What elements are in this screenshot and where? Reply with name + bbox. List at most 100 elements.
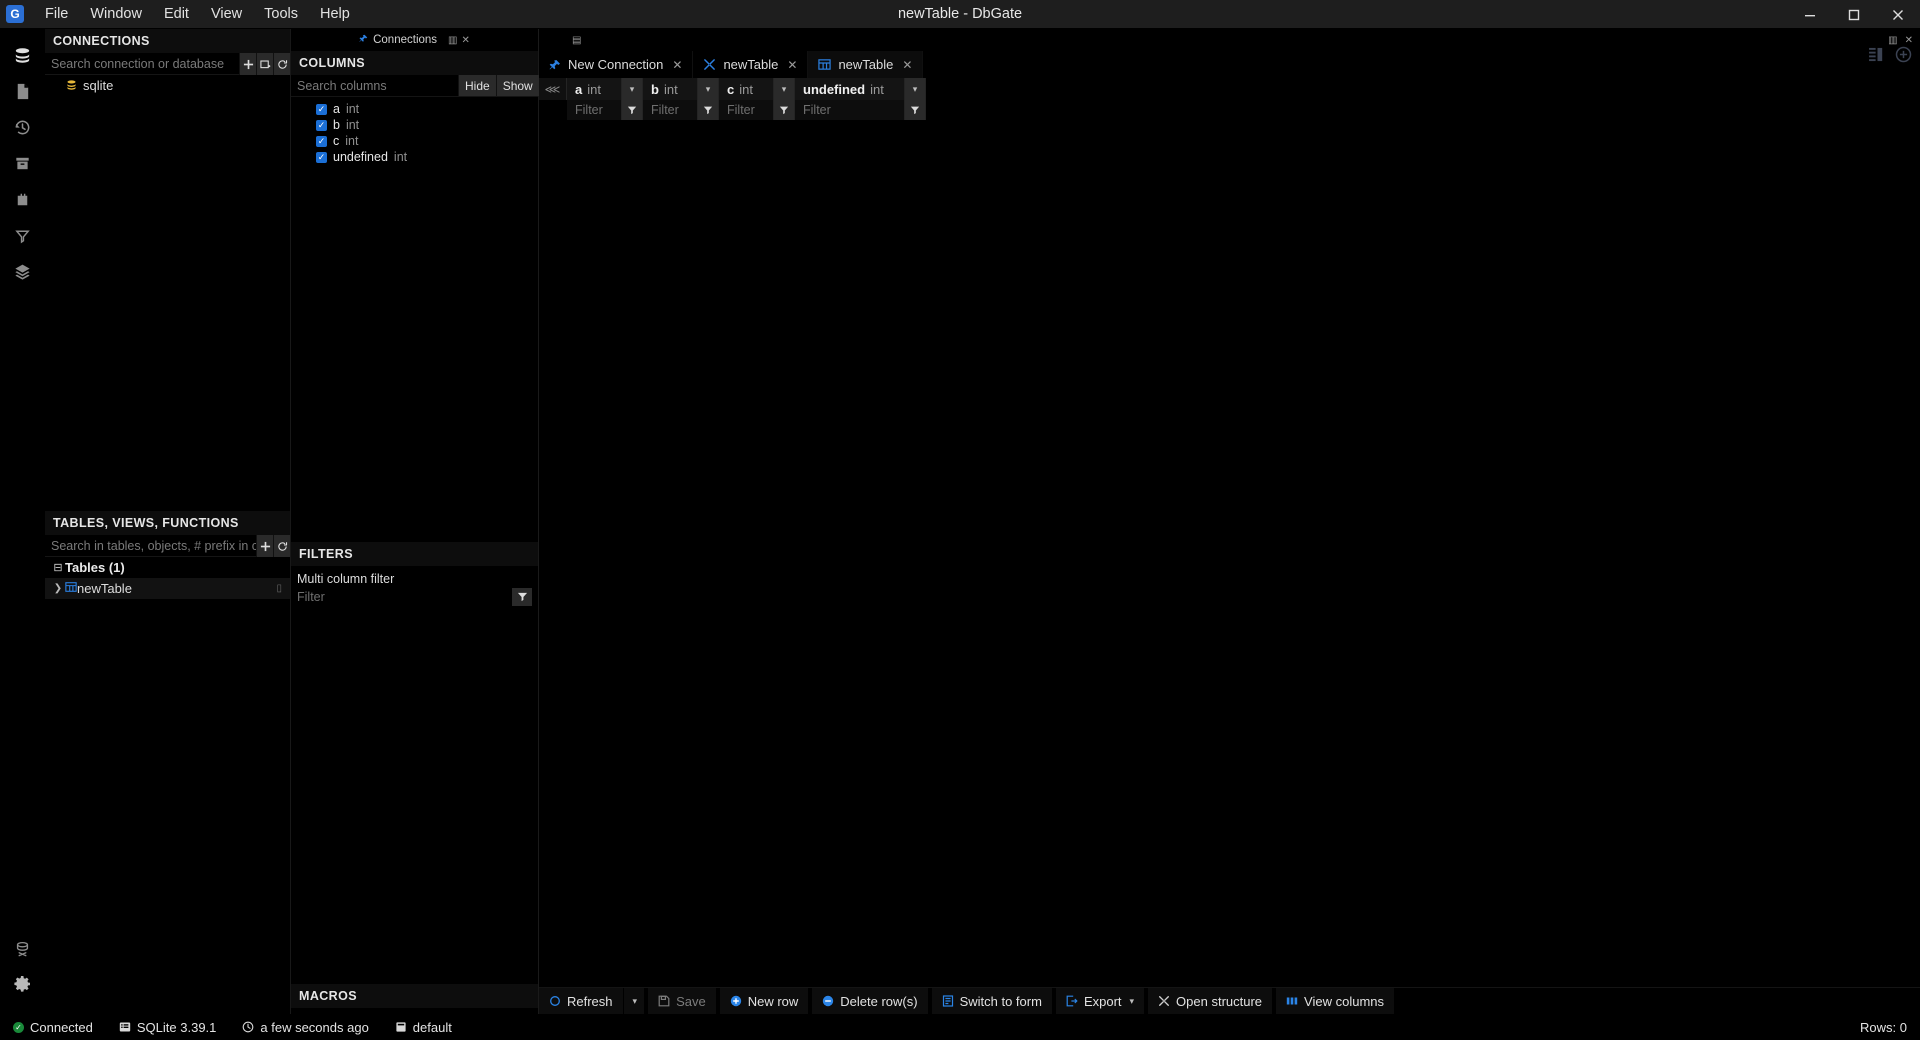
close-icon[interactable]: ✕ — [1905, 35, 1913, 46]
grid-column-name: b — [651, 81, 659, 97]
pin-icon[interactable]: ▯ — [276, 583, 282, 594]
file-icon[interactable] — [0, 73, 45, 109]
settings-icon[interactable] — [0, 966, 45, 1002]
grid-column-header[interactable]: c int — [719, 78, 774, 100]
chevron-down-icon[interactable]: ▾ — [774, 78, 795, 100]
filter-icon[interactable] — [0, 217, 45, 253]
menu-icon[interactable]: ▤ — [572, 35, 581, 46]
close-icon[interactable] — [1876, 0, 1920, 29]
grid-column-header[interactable]: b int — [643, 78, 698, 100]
grid-filter-input[interactable] — [643, 103, 697, 117]
tables-search-input[interactable] — [45, 535, 256, 556]
new-folder-icon[interactable] — [256, 53, 273, 75]
chevron-down-icon[interactable]: ▾ — [905, 78, 926, 100]
history-icon[interactable] — [0, 109, 45, 145]
archive-icon[interactable] — [0, 145, 45, 181]
grid-column-header[interactable]: undefined int — [795, 78, 905, 100]
refresh-connections-icon[interactable] — [273, 53, 290, 75]
close-icon[interactable]: ✕ — [787, 58, 797, 72]
view-columns-button[interactable]: View columns — [1276, 988, 1395, 1014]
menu-bar: File Window Edit View Tools Help — [34, 2, 361, 26]
connection-item-sqlite[interactable]: sqlite — [45, 75, 290, 96]
grid-column-header[interactable]: a int — [567, 78, 622, 100]
filter-icon[interactable] — [512, 587, 532, 606]
add-table-icon[interactable] — [256, 535, 273, 557]
database-icon[interactable] — [0, 37, 45, 73]
tab-new-connection[interactable]: New Connection ✕ — [539, 51, 694, 78]
checkbox-icon[interactable]: ✓ — [316, 135, 327, 147]
plugins-icon[interactable] — [0, 181, 45, 217]
column-checkbox-row[interactable]: ✓ c int — [291, 133, 538, 149]
pin-icon — [359, 34, 368, 46]
refresh-dropdown-button[interactable]: ▾ — [623, 988, 645, 1014]
filter-icon[interactable] — [905, 100, 926, 120]
close-icon[interactable]: ✕ — [672, 58, 682, 72]
hide-columns-button[interactable]: Hide — [458, 75, 496, 96]
checkbox-icon[interactable]: ✓ — [316, 151, 327, 163]
chevron-right-icon[interactable]: ❯ — [51, 583, 65, 594]
split-icon[interactable]: ▥ — [448, 35, 457, 46]
multi-column-filter-input[interactable] — [297, 589, 512, 604]
filter-icon[interactable] — [774, 100, 795, 120]
menu-tools[interactable]: Tools — [253, 2, 309, 26]
tables-group-header[interactable]: ⊟ Tables (1) — [45, 557, 290, 578]
switch-to-form-button[interactable]: Switch to form — [931, 988, 1052, 1014]
menu-help[interactable]: Help — [309, 2, 361, 26]
columns-search-input[interactable] — [291, 75, 458, 96]
connections-search-bar — [45, 53, 290, 75]
cloud-icon[interactable] — [0, 930, 45, 966]
chevron-down-icon[interactable]: ▾ — [622, 78, 643, 100]
column-checkbox-row[interactable]: ✓ b int — [291, 117, 538, 133]
checkbox-icon[interactable]: ✓ — [316, 119, 327, 131]
grid-filter-input[interactable] — [719, 103, 773, 117]
connections-list: sqlite — [45, 75, 290, 96]
grid-body[interactable] — [539, 120, 1920, 987]
save-icon — [658, 995, 670, 1007]
menu-view[interactable]: View — [200, 2, 253, 26]
filter-icon[interactable] — [698, 100, 719, 120]
show-columns-button[interactable]: Show — [495, 75, 539, 96]
open-structure-button[interactable]: Open structure — [1148, 988, 1273, 1014]
grid-filter-input[interactable] — [795, 103, 904, 117]
collapse-left-icon[interactable]: ⋘ — [539, 78, 567, 100]
refresh-button[interactable]: Refresh — [539, 988, 623, 1014]
close-icon[interactable]: ✕ — [902, 58, 912, 72]
minimize-icon[interactable] — [1788, 0, 1832, 29]
save-button[interactable]: Save — [648, 988, 716, 1014]
panel-layout-icon[interactable] — [1869, 47, 1886, 67]
new-row-button[interactable]: New row — [719, 988, 809, 1014]
column-checkbox-row[interactable]: ✓ a int — [291, 101, 538, 117]
tab-newtable-data[interactable]: newTable ✕ — [808, 51, 924, 78]
table-item-newtable[interactable]: ❯ newTable ▯ — [45, 578, 290, 599]
menu-window[interactable]: Window — [79, 2, 153, 26]
status-database[interactable]: default — [382, 1014, 465, 1040]
status-database-label: default — [412, 1019, 452, 1035]
column-checkbox-row[interactable]: ✓ undefined int — [291, 149, 538, 165]
filter-icon[interactable] — [622, 100, 643, 120]
connection-search-input[interactable] — [45, 53, 239, 74]
delete-rows-button[interactable]: Delete row(s) — [812, 988, 928, 1014]
grid-filter-corner — [539, 100, 567, 120]
add-panel-icon[interactable] — [1895, 46, 1912, 68]
tab-newtable-structure[interactable]: newTable ✕ — [693, 51, 809, 78]
status-engine[interactable]: SQLite 3.39.1 — [106, 1014, 230, 1040]
split-icon[interactable]: ▥ — [1888, 35, 1897, 46]
content-strip-tab[interactable]: ▤ — [559, 29, 589, 51]
add-connection-icon[interactable] — [239, 53, 256, 75]
tab-connections[interactable]: Connections ▥ ✕ — [352, 29, 477, 51]
status-updated[interactable]: a few seconds ago — [229, 1014, 381, 1040]
status-rows-label: Rows: 0 — [1860, 1019, 1907, 1035]
checkbox-icon[interactable]: ✓ — [316, 103, 327, 115]
document-tabs: New Connection ✕ newTable ✕ newTable ✕ — [539, 51, 1920, 78]
export-button[interactable]: Export ▾ — [1055, 988, 1145, 1014]
maximize-icon[interactable] — [1832, 0, 1876, 29]
layers-icon[interactable] — [0, 253, 45, 289]
menu-edit[interactable]: Edit — [153, 2, 200, 26]
status-connected[interactable]: ✓ Connected — [0, 1014, 106, 1040]
grid-filter-input[interactable] — [567, 103, 621, 117]
close-icon[interactable]: ✕ — [462, 35, 470, 46]
refresh-tables-icon[interactable] — [273, 535, 290, 557]
chevron-down-icon[interactable]: ▾ — [698, 78, 719, 100]
tables-search-bar — [45, 535, 290, 557]
menu-file[interactable]: File — [34, 2, 79, 26]
